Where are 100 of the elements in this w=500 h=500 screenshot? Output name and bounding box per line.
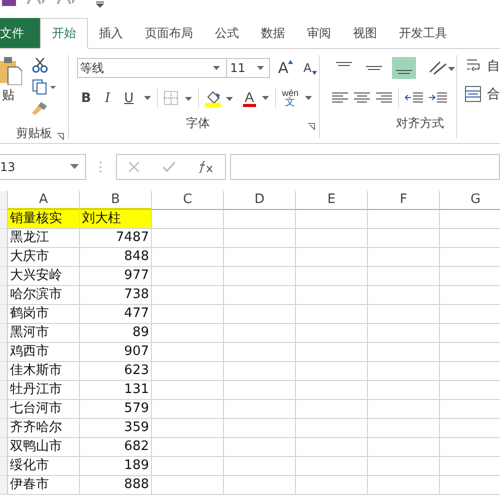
font-size-field[interactable]: 11: [226, 58, 270, 78]
row-header[interactable]: [0, 343, 8, 362]
ribbon-tab[interactable]: 插入: [88, 18, 134, 48]
table-cell: 销量核实: [8, 210, 80, 229]
table-cell: [296, 457, 368, 476]
table-cell: 双鸭山市: [8, 438, 80, 457]
table-cell: [368, 324, 440, 343]
row-header[interactable]: [0, 267, 8, 286]
row-header[interactable]: [0, 324, 8, 343]
table-cell: [368, 267, 440, 286]
copy-icon[interactable]: [32, 79, 56, 95]
table-cell: [224, 476, 296, 495]
ribbon-tab[interactable]: 页面布局: [134, 18, 204, 48]
horizontal-align-icon[interactable]: [332, 92, 348, 104]
row-header[interactable]: [0, 229, 8, 248]
underline-button[interactable]: U: [120, 90, 138, 106]
row-header[interactable]: [0, 400, 8, 419]
horizontal-align-icon[interactable]: [354, 92, 370, 104]
bold-button[interactable]: B: [77, 90, 95, 106]
dropdown-caret-icon: [70, 164, 79, 169]
row-header[interactable]: [0, 305, 8, 324]
font-name-field[interactable]: 等线: [77, 58, 228, 78]
grow-font-button[interactable]: A: [276, 59, 296, 77]
ribbon-tab[interactable]: 公式: [204, 18, 250, 48]
ribbon-tab[interactable]: 开始: [40, 18, 88, 49]
borders-icon[interactable]: [164, 91, 192, 105]
table-cell: [224, 210, 296, 229]
row-header[interactable]: [0, 286, 8, 305]
table-cell: [296, 362, 368, 381]
scissors-icon[interactable]: [32, 57, 48, 73]
paste-button[interactable]: 贴: [0, 57, 32, 123]
dropdown-caret-icon[interactable]: [262, 96, 269, 100]
table-cell: 黑龙江: [8, 229, 80, 248]
dialog-launcher-icon[interactable]: [308, 123, 315, 130]
file-tab[interactable]: 文件: [0, 18, 40, 48]
row-header[interactable]: [0, 457, 8, 476]
table-cell: [152, 286, 224, 305]
table-cell: [224, 248, 296, 267]
insert-function-icon[interactable]: [199, 160, 213, 172]
table-cell: [224, 400, 296, 419]
dropdown-caret-icon[interactable]: [144, 96, 151, 100]
column-header[interactable]: G: [440, 191, 500, 210]
decrease-indent-icon[interactable]: [404, 92, 423, 104]
italic-button[interactable]: I: [100, 90, 114, 106]
cancel-icon[interactable]: [129, 162, 139, 172]
group-label: 字体: [186, 114, 210, 132]
table-cell: [152, 343, 224, 362]
table-cell: 佳木斯市: [8, 362, 80, 381]
table-cell: 623: [80, 362, 152, 381]
column-header[interactable]: B: [80, 191, 152, 210]
table-cell: [224, 305, 296, 324]
dialog-launcher-icon[interactable]: [57, 133, 64, 140]
table-cell: [152, 210, 224, 229]
phonetic-guide-button[interactable]: wén 文: [282, 88, 298, 108]
row-header[interactable]: [0, 438, 8, 457]
dropdown-caret-icon[interactable]: [304, 96, 312, 100]
customize-caret-icon[interactable]: [96, 0, 104, 8]
ribbon-tab[interactable]: 数据: [250, 18, 296, 48]
select-all-corner[interactable]: [0, 191, 8, 210]
table-cell: [296, 381, 368, 400]
column-header[interactable]: E: [296, 191, 368, 210]
formula-input-field[interactable]: [230, 154, 500, 180]
vertical-align-icon: [336, 62, 352, 66]
column-header[interactable]: F: [368, 191, 440, 210]
table-cell: [296, 267, 368, 286]
row-header[interactable]: [0, 362, 8, 381]
merge-center-button[interactable]: 合: [464, 85, 500, 103]
row-header[interactable]: [0, 381, 8, 400]
row-header[interactable]: [0, 419, 8, 438]
text-orientation-icon[interactable]: [428, 60, 456, 76]
column-header[interactable]: D: [224, 191, 296, 210]
row-header[interactable]: [0, 210, 8, 229]
table-cell: [224, 343, 296, 362]
table-cell: [368, 381, 440, 400]
table-cell: [296, 438, 368, 457]
table-cell: 359: [80, 419, 152, 438]
up-triangle-icon: [288, 60, 294, 64]
check-icon[interactable]: [163, 162, 175, 172]
row-header[interactable]: [0, 476, 8, 495]
font-color-button[interactable]: A: [242, 90, 256, 106]
table-cell: 齐齐哈尔: [8, 419, 80, 438]
row-header[interactable]: [0, 248, 8, 267]
format-painter-icon[interactable]: [32, 101, 48, 115]
table-cell: [368, 457, 440, 476]
ribbon-tab[interactable]: 审阅: [296, 18, 342, 48]
ribbon-tab[interactable]: 视图: [342, 18, 388, 48]
shrink-font-button[interactable]: A: [301, 61, 319, 75]
wrap-text-button[interactable]: 自: [464, 57, 500, 75]
vertical-align-button[interactable]: [392, 57, 416, 79]
table-cell: [224, 229, 296, 248]
increase-indent-icon[interactable]: [428, 92, 447, 104]
column-header[interactable]: C: [152, 191, 224, 210]
column-header[interactable]: A: [8, 191, 80, 210]
ribbon-tab[interactable]: 开发工具: [388, 18, 458, 48]
drag-handle-icon[interactable]: [99, 160, 102, 172]
name-box[interactable]: 13: [0, 154, 86, 180]
table-cell: [296, 476, 368, 495]
fill-color-icon[interactable]: [204, 89, 233, 107]
horizontal-align-icon[interactable]: [376, 92, 392, 104]
group-label: 对齐方式: [396, 114, 444, 132]
